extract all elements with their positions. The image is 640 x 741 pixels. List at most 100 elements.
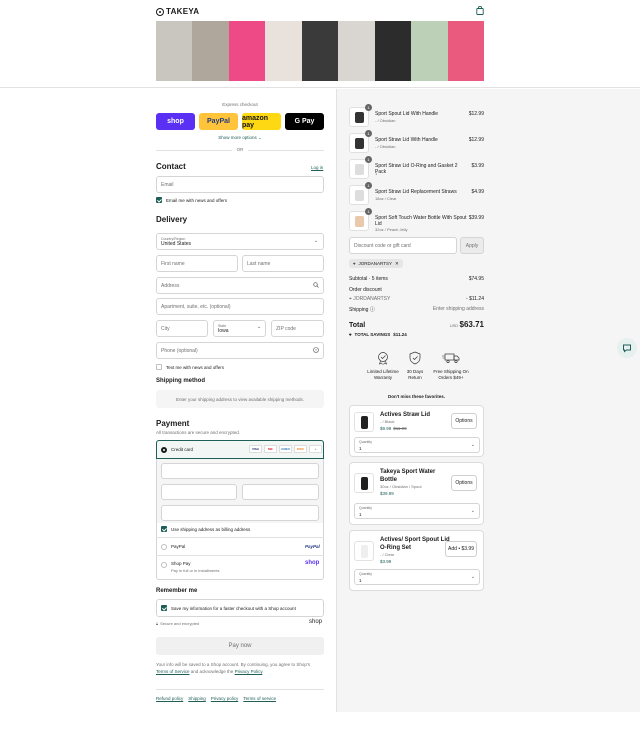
total-row: Total USD $63.71 <box>349 320 484 329</box>
quantity-label: Quantity <box>359 572 373 576</box>
badge-line: Orders $49+ <box>438 375 464 380</box>
site-header: TAKEYA <box>0 0 640 88</box>
quantity-badge: 1 <box>365 156 372 163</box>
apartment-field[interactable]: Apartment, suite, etc. (optional) <box>156 298 324 315</box>
credit-card-radio[interactable] <box>161 447 167 453</box>
chevron-down-icon: ⌄ <box>470 508 475 514</box>
express-pay-button[interactable]: PayPal <box>199 113 238 130</box>
quantity-badge: 1 <box>365 130 372 137</box>
apply-button[interactable]: Apply <box>460 237 484 254</box>
footer-link[interactable]: Refund policy <box>156 696 183 701</box>
zip-field[interactable]: ZIP code <box>271 320 324 337</box>
tag-icon: ⌖ <box>353 261 356 266</box>
news-checkbox-row[interactable]: Email me with news and offers <box>156 197 227 203</box>
show-more-options-link[interactable]: Show more options ⌄ <box>156 135 324 141</box>
card-brand-logo: MC <box>264 445 277 453</box>
text-me-checkbox[interactable] <box>156 364 162 370</box>
paypal-radio[interactable] <box>161 544 167 550</box>
last-name-field[interactable]: Last name <box>242 255 324 272</box>
close-icon[interactable]: ✕ <box>395 261 399 267</box>
quantity-select[interactable]: Quantity 1 ⌄ <box>354 437 480 453</box>
takeya-logo[interactable]: TAKEYA <box>156 7 199 16</box>
price-new: $9.99 <box>380 426 392 431</box>
terms-link[interactable]: Terms of Service <box>156 669 190 674</box>
footer-link[interactable]: Shipping <box>188 696 206 701</box>
payment-heading: Payment <box>156 419 190 428</box>
remember-checkbox-row[interactable]: Save my information for a faster checkou… <box>161 605 296 611</box>
warranty-icon <box>378 352 388 365</box>
phone-field[interactable]: Phone (optional) <box>156 342 324 359</box>
payment-subtitle: All transactions are secure and encrypte… <box>156 430 241 435</box>
savings-label: TOTAL SAVINGS <box>354 332 391 337</box>
item-variant: 32oz / Peach Jelly <box>375 227 408 232</box>
credit-card-label: Credit card <box>171 447 194 452</box>
divider <box>156 689 324 690</box>
name-on-card-field[interactable] <box>161 505 319 521</box>
chat-button[interactable] <box>617 338 637 358</box>
security-code-field[interactable] <box>242 484 319 500</box>
shield-icon <box>409 351 421 365</box>
remember-checkbox[interactable] <box>161 605 167 611</box>
privacy-link[interactable]: Privacy Policy <box>235 669 263 674</box>
delivery-truck-icon <box>442 353 460 364</box>
banner-photo <box>301 21 339 81</box>
login-link[interactable]: Log in <box>311 165 323 170</box>
express-pay-button[interactable]: G Pay <box>285 113 324 130</box>
recommendation-title: Actives Straw Lid <box>380 412 431 418</box>
quantity-label: Quantity <box>359 506 373 510</box>
help-icon[interactable]: ? <box>313 347 319 353</box>
cart-item: 1 Sport Spout Lid With Handle - / Obsidian… <box>349 104 484 127</box>
footer-link[interactable]: Privacy policy <box>211 696 239 701</box>
quantity-select[interactable]: Quantity 1 ⌄ <box>354 503 480 519</box>
quantity-badge: 1 <box>365 208 372 215</box>
recommendation-card: Takeya Sport Water Bottle 30oz / Obsidian… <box>349 462 484 525</box>
first-name-field[interactable]: First name <box>156 255 238 272</box>
shipping-method-text: Enter your shipping address to view avai… <box>175 396 305 402</box>
pay-now-button[interactable]: Pay now <box>156 637 324 655</box>
footer-link[interactable]: Terms of service <box>243 696 276 701</box>
recommendation-action-button[interactable]: Options <box>451 413 477 429</box>
help-icon[interactable]: ⓘ <box>370 307 375 313</box>
billing-checkbox[interactable] <box>161 526 167 532</box>
last-name-placeholder: Last name <box>247 260 271 267</box>
news-checkbox[interactable] <box>156 197 162 203</box>
city-field[interactable]: City <box>156 320 208 337</box>
express-pay-button[interactable]: shop <box>156 113 195 130</box>
first-name-placeholder: First name <box>161 260 185 267</box>
recommendation-variant: 30oz / Obsidian / Spout <box>380 484 422 489</box>
apartment-placeholder: Apartment, suite, etc. (optional) <box>161 303 231 310</box>
cart-item: 1 Sport Soft Touch Water Bottle With Spou… <box>349 208 484 232</box>
shop-pay-radio[interactable] <box>161 562 167 568</box>
item-variant: 1 <box>375 171 378 176</box>
chat-icon <box>623 344 631 353</box>
subtotal-row: Subtotal · 5 items $74.95 <box>349 276 484 282</box>
expiration-field[interactable] <box>161 484 237 500</box>
chevron-down-icon: ⌄ <box>314 238 319 244</box>
total-value: $63.71 <box>459 320 484 329</box>
product-thumbnail <box>354 412 374 432</box>
billing-checkbox-row[interactable]: Use shipping address as billing address <box>161 526 250 532</box>
banner-photo <box>338 21 375 81</box>
email-field[interactable]: Email <box>156 176 324 193</box>
discount-code-field[interactable]: Discount code or gift card <box>349 237 457 254</box>
recommendation-variant: - / Black <box>380 419 395 424</box>
divider <box>156 555 324 556</box>
text-me-checkbox-row[interactable]: Text me with news and offers <box>156 364 224 370</box>
recommendation-action-button[interactable]: Add • $3.99 <box>445 541 477 557</box>
express-pay-button[interactable]: amazon pay <box>242 113 281 130</box>
tag-icon: ⌖ <box>349 332 352 337</box>
recommendation-action-button[interactable]: Options <box>451 475 477 491</box>
recommendation-price: $39.99 <box>380 491 396 496</box>
shopping-bag-icon[interactable] <box>476 6 484 15</box>
card-number-field[interactable] <box>161 463 319 479</box>
quantity-select[interactable]: Quantity 1 ⌄ <box>354 569 480 585</box>
country-select[interactable]: Country/Region United States <box>156 233 324 250</box>
shipping-label: Shipping <box>349 307 369 313</box>
card-brand-logo: AMEX <box>279 445 292 453</box>
item-name: Sport Straw Lid With Handle <box>375 137 438 143</box>
address-field[interactable]: Address <box>156 277 324 294</box>
discount-code-row: ⌖ JORDANARTSY - $11.24 <box>349 296 484 302</box>
cart-item: 1 Sport Straw Lid With Handle - / Obsidian… <box>349 130 484 153</box>
recommendation-card: Actives Straw Lid - / Black $9.99 $11.99 Opt… <box>349 405 484 457</box>
price-old: $11.99 <box>393 426 407 431</box>
